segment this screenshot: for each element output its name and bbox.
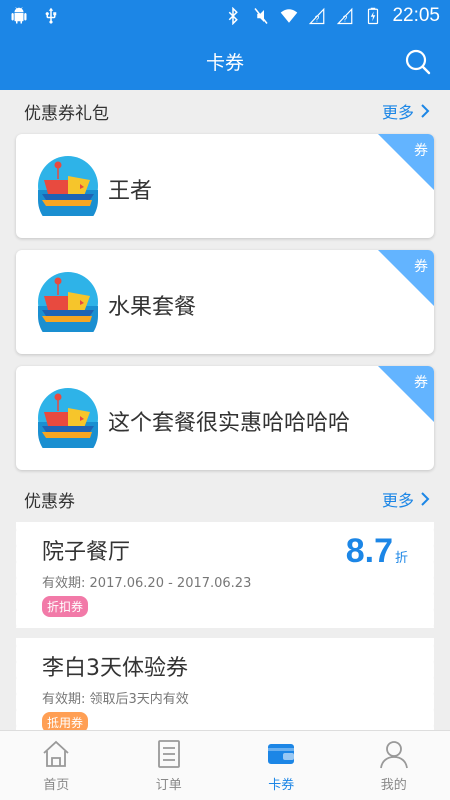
discount-unit: 折 bbox=[394, 551, 408, 566]
corner-tag-label: 券 bbox=[414, 259, 428, 275]
package-card[interactable]: 水果套餐 券 bbox=[16, 250, 434, 354]
coupon-card[interactable]: 院子餐厅 8.7 折 有效期: 2017.06.20 - 2017.06.23 … bbox=[16, 522, 434, 628]
bottom-tab-bar: 首页 订单 卡券 我的 bbox=[0, 730, 450, 800]
coupon-section-header: 优惠券 更多 bbox=[0, 481, 450, 517]
coupon-validity: 有效期: 2017.06.20 - 2017.06.23 bbox=[42, 572, 251, 591]
usb-icon bbox=[45, 7, 57, 24]
validity-label: 有效期: bbox=[42, 692, 86, 707]
android-icon bbox=[11, 7, 27, 24]
coupon-type-badge: 抵用券 bbox=[42, 712, 89, 730]
signal-icon: ? bbox=[337, 7, 353, 25]
validity-value: 2017.06.20 - 2017.06.23 bbox=[89, 576, 252, 591]
tab-label: 卡券 bbox=[268, 778, 295, 793]
coupon-validity: 有效期: 领取后3天内有效 bbox=[42, 688, 189, 707]
corner-tag-label: 券 bbox=[414, 375, 428, 391]
corner-tag-label: 券 bbox=[414, 143, 428, 159]
more-label: 更多 bbox=[381, 491, 414, 510]
wifi-icon bbox=[281, 9, 298, 23]
package-section-title: 优惠券礼包 bbox=[24, 103, 109, 124]
boat-icon bbox=[38, 388, 98, 448]
app-header: 卡券 bbox=[0, 32, 450, 90]
coupon-more-link[interactable]: 更多 bbox=[382, 487, 432, 511]
coupon-corner-tag: 券 bbox=[378, 250, 434, 306]
tab-label: 首页 bbox=[43, 778, 70, 793]
search-icon[interactable] bbox=[404, 48, 432, 76]
tab-coupons[interactable]: 卡券 bbox=[225, 731, 338, 800]
wallet-icon bbox=[268, 744, 295, 764]
coupon-corner-tag: 券 bbox=[378, 366, 434, 422]
discount-number: 8.7 bbox=[345, 532, 393, 570]
status-bar: ? ? 22:05 bbox=[0, 0, 450, 32]
coupon-section-title: 优惠券 bbox=[24, 491, 75, 512]
coupon-name: 院子餐厅 bbox=[42, 540, 131, 565]
tab-profile[interactable]: 我的 bbox=[338, 731, 450, 800]
svg-text:?: ? bbox=[315, 14, 320, 23]
validity-value: 领取后3天内有效 bbox=[89, 692, 189, 707]
tab-home[interactable]: 首页 bbox=[0, 731, 113, 800]
order-icon bbox=[157, 740, 180, 768]
svg-text:?: ? bbox=[343, 14, 348, 23]
status-time: 22:05 bbox=[392, 5, 440, 26]
package-section-header: 优惠券礼包 更多 bbox=[0, 93, 450, 129]
bluetooth-icon bbox=[229, 7, 239, 25]
tab-orders[interactable]: 订单 bbox=[113, 731, 226, 800]
boat-icon bbox=[38, 156, 98, 216]
validity-label: 有效期: bbox=[42, 576, 86, 591]
boat-icon bbox=[38, 272, 98, 332]
signal-icon: ? bbox=[309, 7, 325, 25]
package-name: 王者 bbox=[108, 179, 153, 204]
content-area[interactable]: 优惠券礼包 更多 王者 券 水果套餐 券 这个套餐很实惠哈哈哈哈 券 优惠券 更… bbox=[0, 90, 450, 730]
chevron-right-icon bbox=[421, 104, 430, 118]
more-label: 更多 bbox=[381, 103, 414, 122]
tab-label: 我的 bbox=[380, 778, 407, 793]
package-card[interactable]: 王者 券 bbox=[16, 134, 434, 238]
chevron-right-icon bbox=[421, 492, 430, 506]
page-title: 卡券 bbox=[205, 52, 244, 74]
coupon-card[interactable]: 李白3天体验券 有效期: 领取后3天内有效 抵用券 bbox=[16, 638, 434, 730]
home-icon bbox=[43, 740, 69, 767]
tab-label: 订单 bbox=[155, 778, 182, 793]
user-icon bbox=[379, 741, 408, 769]
discount-value: 8.7 折 bbox=[346, 532, 408, 571]
package-name: 水果套餐 bbox=[108, 295, 197, 320]
package-name: 这个套餐很实惠哈哈哈哈 bbox=[108, 411, 351, 436]
battery-icon bbox=[368, 7, 379, 25]
coupon-name: 李白3天体验券 bbox=[42, 656, 188, 681]
coupon-type-badge: 折扣券 bbox=[42, 596, 89, 617]
mute-icon bbox=[254, 8, 269, 24]
coupon-corner-tag: 券 bbox=[378, 134, 434, 190]
package-card[interactable]: 这个套餐很实惠哈哈哈哈 券 bbox=[16, 366, 434, 470]
package-more-link[interactable]: 更多 bbox=[382, 99, 432, 123]
